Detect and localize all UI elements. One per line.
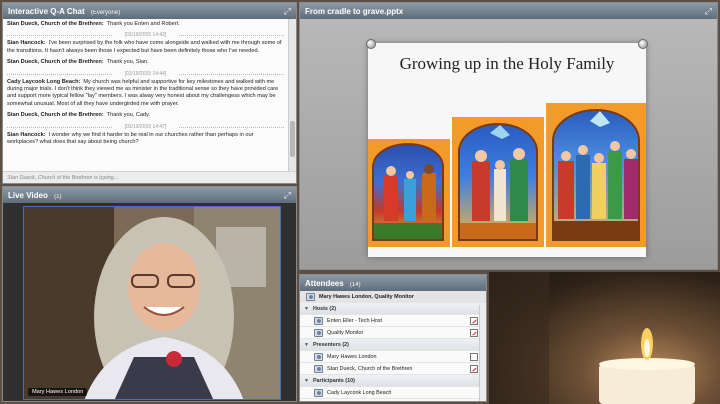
- chat-text: Thank you Enten and Robert.: [106, 21, 180, 27]
- group-presenters[interactable]: ▼ Presenters (2): [300, 339, 486, 351]
- candle-background: [489, 272, 720, 404]
- attendee-name: Mary Hawes London, Quality Monitor: [319, 293, 414, 300]
- attendee-selected[interactable]: Mary Hawes London, Quality Monitor: [300, 291, 486, 303]
- attendee-count: (14): [349, 281, 361, 288]
- person-icon: [314, 316, 323, 325]
- temple-artwork: [552, 109, 640, 241]
- attendees-pod-title: Attendees: [305, 278, 344, 288]
- expand-icon[interactable]: ⤢: [284, 190, 291, 201]
- attendee-name: Cady Laycook Long Beach: [327, 389, 392, 396]
- chat-timestamp: [03/19/2015 14:44]: [7, 71, 284, 77]
- group-hosts[interactable]: ▼ Hosts (2): [300, 303, 486, 315]
- expand-icon[interactable]: ⤢: [705, 6, 712, 17]
- attendees-pod-header[interactable]: Attendees (14): [300, 275, 486, 291]
- slide-title: Growing up in the Holy Family: [399, 54, 615, 73]
- pushpin-icon: [638, 39, 648, 49]
- person-icon: [314, 364, 323, 373]
- attendee-row[interactable]: Quality Monitor: [300, 327, 486, 339]
- participant-name-tag: Mary Hawes London: [28, 388, 88, 396]
- group-label: Hosts (2): [312, 305, 337, 312]
- chat-timestamp: [03/19/2015 14:42]: [7, 32, 284, 38]
- video-pod-title: Live Video: [8, 190, 48, 200]
- chat-sender: Stan Dueck, Church of the Brethren:: [7, 21, 104, 27]
- webcam-feed[interactable]: Mary Hawes London: [23, 206, 281, 400]
- webcam-image: [24, 207, 280, 399]
- attendee-name: Mary Hawes London: [327, 353, 377, 360]
- chat-message: Cady Laycook Long Beach: My church was he…: [7, 79, 284, 109]
- chat-text: Thank you, Sian.: [106, 59, 149, 66]
- attendees-pod: Attendees (14) Mary Hawes London, Qualit…: [299, 274, 487, 402]
- share-pod-title: From cradle to grave.pptx: [305, 6, 404, 16]
- chat-pod: Interactive Q-A Chat (Everyone) ⤢ Stan D…: [2, 2, 297, 184]
- video-pod: Live Video (1) ⤢ Mary Hawes London: [2, 186, 297, 402]
- chat-pod-header[interactable]: Interactive Q-A Chat (Everyone) ⤢: [3, 3, 296, 19]
- typing-status: Stan Dueck, Church of the Brethren is ty…: [3, 171, 296, 183]
- group-label: Presenters (2): [312, 341, 349, 348]
- collapse-triangle-icon[interactable]: ▼: [304, 342, 309, 348]
- expand-icon[interactable]: ⤢: [284, 6, 291, 17]
- attendee-row[interactable]: Stan Dueck, Church of the Brethren: [300, 363, 486, 375]
- video-pod-header[interactable]: Live Video (1) ⤢: [3, 187, 296, 203]
- person-icon: [306, 292, 315, 301]
- person-icon: [314, 388, 323, 397]
- attendee-row[interactable]: Enten Eller - Tech Host: [300, 315, 486, 327]
- chat-message: Stan Dueck, Church of the Brethren: Thank…: [7, 21, 284, 28]
- chat-sender: Sian Hancock:: [7, 131, 46, 138]
- mic-muted-icon[interactable]: [470, 316, 478, 325]
- scroll-thumb[interactable]: [290, 121, 295, 157]
- pushpin-icon: [366, 39, 376, 49]
- person-icon: [314, 328, 323, 337]
- chat-text: I've been surprised by the folk who have…: [7, 40, 282, 54]
- chat-text: Thank you, Cady.: [106, 112, 151, 119]
- attendee-row[interactable]: Mary Hawes London: [300, 351, 486, 363]
- collapse-triangle-icon[interactable]: ▼: [304, 378, 309, 384]
- chat-sender: Sian Hancock:: [7, 40, 46, 47]
- candle-image: [489, 272, 695, 404]
- group-label: Participants (10): [312, 377, 355, 384]
- video-count: (1): [54, 193, 62, 200]
- attendee-row[interactable]: Cady Laycook Long Beach: [300, 387, 486, 399]
- chat-audience[interactable]: (Everyone): [91, 10, 120, 16]
- chat-pod-title: Interactive Q-A Chat: [8, 6, 85, 16]
- holy-family-artwork: [458, 123, 538, 241]
- chat-message: Stan Dueck, Church of the Brethren: Thank…: [7, 59, 284, 66]
- chat-message: Sian Hancock: I've been surprised by the …: [7, 40, 284, 55]
- mic-muted-icon[interactable]: [470, 328, 478, 337]
- person-icon: [314, 352, 323, 361]
- attendee-name: Enten Eller - Tech Host: [327, 317, 383, 324]
- collapse-triangle-icon[interactable]: ▼: [304, 306, 309, 312]
- mic-muted-icon[interactable]: [470, 364, 478, 373]
- chat-scrollbar[interactable]: [288, 19, 296, 171]
- nativity-artwork: [372, 143, 444, 241]
- group-participants[interactable]: ▼ Participants (10): [300, 375, 486, 387]
- chat-timestamp: [03/19/2015 14:47]: [7, 124, 284, 130]
- slide: Growing up in the Holy Family: [366, 39, 648, 257]
- attendee-name: Stan Dueck, Church of the Brethren: [327, 365, 413, 372]
- chat-message: Sian Hancock: I wonder why we find it har…: [7, 132, 284, 147]
- attendees-scrollbar[interactable]: [479, 305, 486, 401]
- attendee-name: Quality Monitor: [327, 329, 364, 336]
- mic-icon[interactable]: [470, 352, 478, 361]
- chat-sender: Cady Laycook Long Beach:: [7, 78, 81, 85]
- chat-sender: Stan Dueck, Church of the Brethren:: [7, 59, 104, 66]
- chat-sender: Stan Dueck, Church of the Brethren:: [7, 112, 104, 119]
- share-pod-header[interactable]: From cradle to grave.pptx ⤢: [300, 3, 717, 19]
- chat-messages: Stan Dueck, Church of the Brethren: Thank…: [3, 19, 288, 171]
- chat-message: Stan Dueck, Church of the Brethren: Thank…: [7, 112, 284, 119]
- slide-stage: Growing up in the Holy Family: [300, 19, 717, 269]
- share-pod: From cradle to grave.pptx ⤢ Growing up i…: [299, 2, 718, 270]
